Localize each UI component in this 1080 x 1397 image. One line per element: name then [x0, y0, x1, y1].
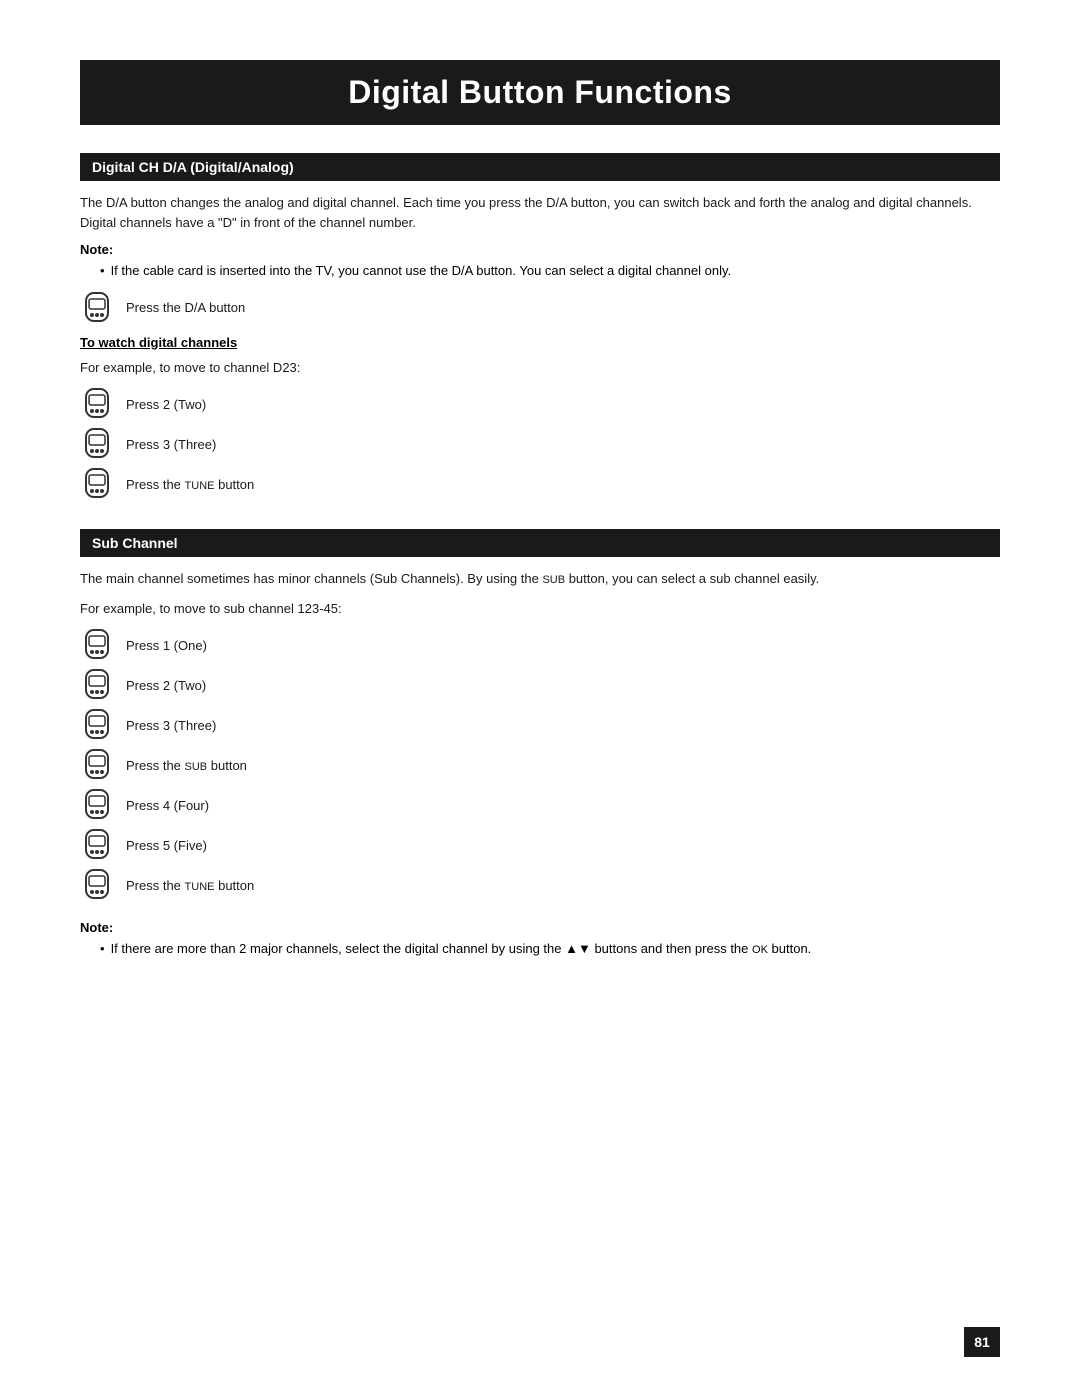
section2-body1: The main channel sometimes has minor cha… [80, 569, 1000, 589]
step-press-3-row: Press 3 (Three) [80, 427, 1000, 461]
step2-text: Press 3 (Three) [126, 437, 216, 452]
page-number: 81 [964, 1327, 1000, 1357]
section1-note-label: Note: [80, 242, 1000, 257]
section1-example: For example, to move to channel D23: [80, 358, 1000, 378]
remote-icon-2 [80, 387, 114, 421]
section-sub-channel: Sub Channel The main channel sometimes h… [80, 529, 1000, 959]
section1-body: The D/A button changes the analog and di… [80, 193, 1000, 232]
remote-icon-s4 [80, 748, 114, 782]
section2-example: For example, to move to sub channel 123-… [80, 599, 1000, 619]
remote-icon-3 [80, 427, 114, 461]
sub-step3-text: Press 3 (Three) [126, 718, 216, 733]
press-da-row: Press the D/A button [80, 291, 1000, 325]
remote-icon-s7 [80, 868, 114, 902]
section-digital-da: Digital CH D/A (Digital/Analog) The D/A … [80, 153, 1000, 501]
sub-step5-row: Press 4 (Four) [80, 788, 1000, 822]
remote-icon-s2 [80, 668, 114, 702]
sub-step4-row: Press the Sub button [80, 748, 1000, 782]
page-title-bar: Digital Button Functions [80, 60, 1000, 125]
to-watch-heading: To watch digital channels [80, 335, 1000, 350]
press-da-text: Press the D/A button [126, 300, 245, 315]
remote-icon-s1 [80, 628, 114, 662]
section2-note-item: If there are more than 2 major channels,… [100, 939, 1000, 959]
remote-icon-s6 [80, 828, 114, 862]
sub-step2-text: Press 2 (Two) [126, 678, 206, 693]
section2-note-label: Note: [80, 920, 1000, 935]
sub-step4-text: Press the Sub button [126, 758, 247, 773]
sub-step7-row: Press the Tune button [80, 868, 1000, 902]
remote-icon-da [80, 291, 114, 325]
sub-step7-text: Press the Tune button [126, 878, 254, 893]
section2-header: Sub Channel [80, 529, 1000, 557]
sub-step1-text: Press 1 (One) [126, 638, 207, 653]
sub-step6-row: Press 5 (Five) [80, 828, 1000, 862]
step-press-2-row: Press 2 (Two) [80, 387, 1000, 421]
section1-header: Digital CH D/A (Digital/Analog) [80, 153, 1000, 181]
sub-step2-row: Press 2 (Two) [80, 668, 1000, 702]
sub-step6-text: Press 5 (Five) [126, 838, 207, 853]
section1-note-item: If the cable card is inserted into the T… [100, 261, 1000, 281]
remote-icon-tune [80, 467, 114, 501]
sub-step5-text: Press 4 (Four) [126, 798, 209, 813]
remote-icon-s3 [80, 708, 114, 742]
sub-step3-row: Press 3 (Three) [80, 708, 1000, 742]
step3-text: Press the Tune button [126, 477, 254, 492]
page-title: Digital Button Functions [100, 74, 980, 111]
step1-text: Press 2 (Two) [126, 397, 206, 412]
step-press-tune-row: Press the Tune button [80, 467, 1000, 501]
remote-icon-s5 [80, 788, 114, 822]
sub-step1-row: Press 1 (One) [80, 628, 1000, 662]
